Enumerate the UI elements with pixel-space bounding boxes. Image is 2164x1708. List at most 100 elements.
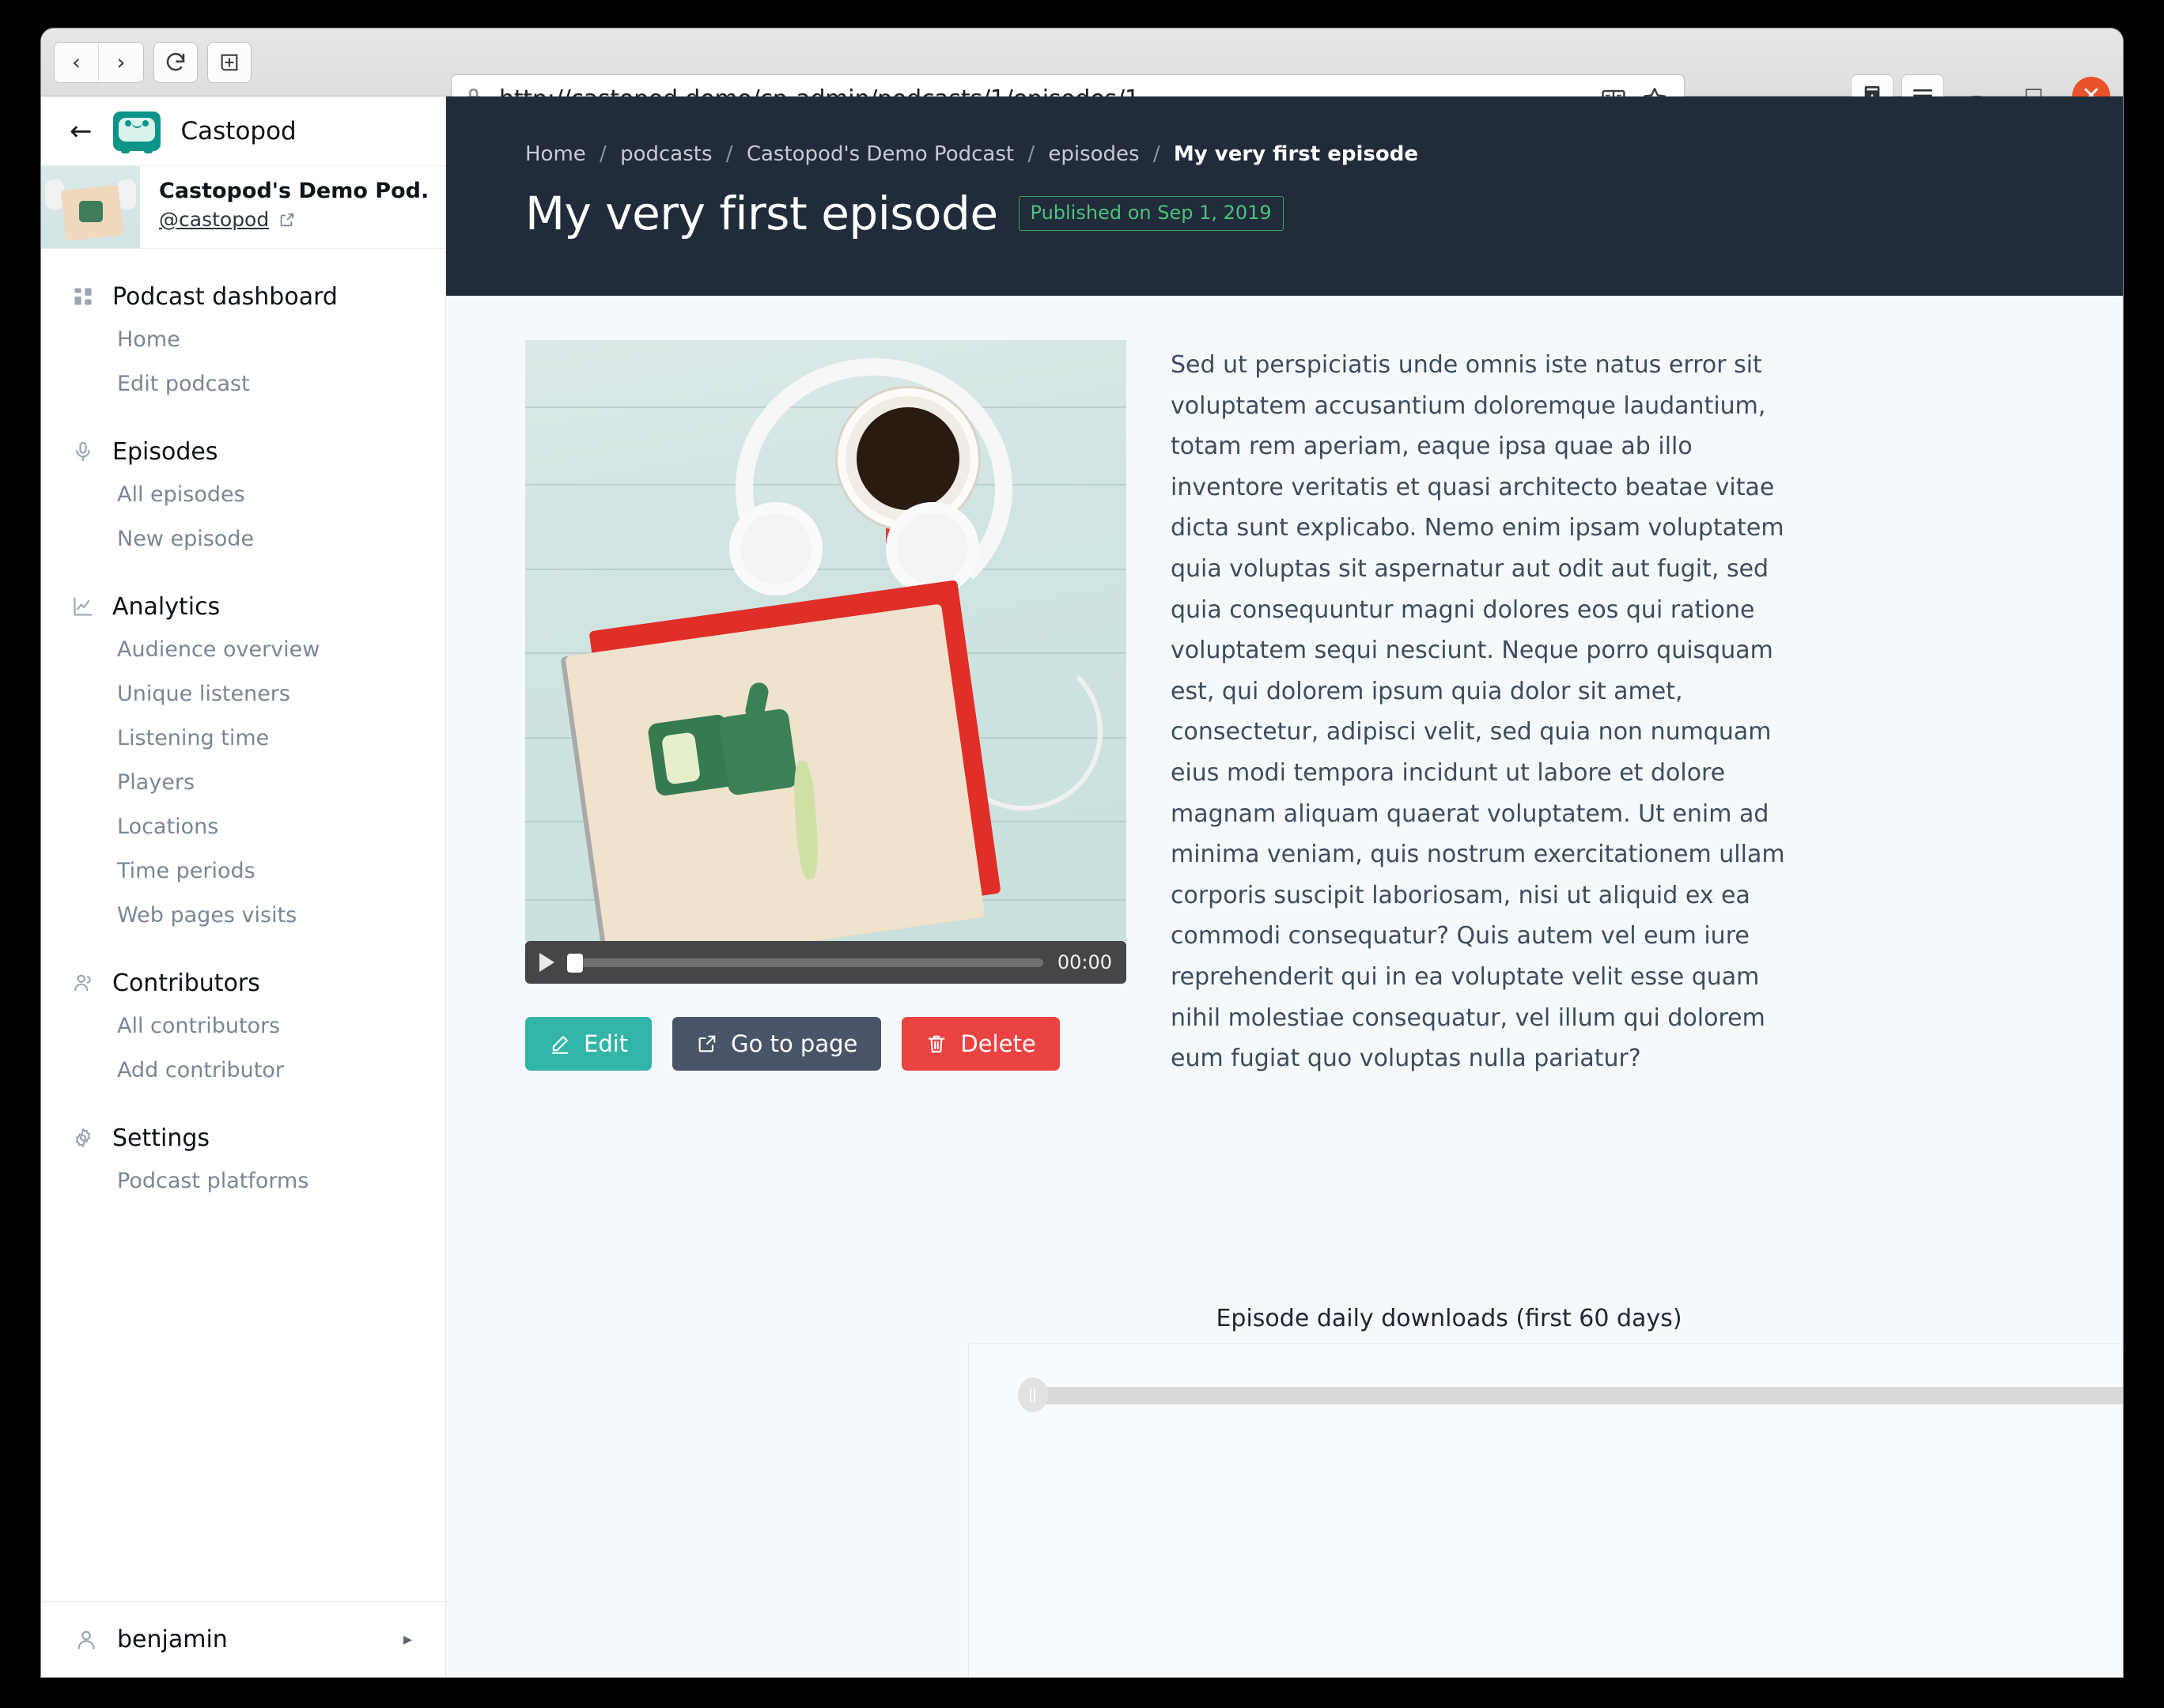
episode-downloads-chart: Episode daily downloads (first 60 days) bbox=[968, 1305, 2123, 1677]
title-row: My very first episode Published on Sep 1… bbox=[525, 187, 2123, 240]
edit-button[interactable]: Edit bbox=[525, 1017, 653, 1071]
sidebar-item-all-episodes[interactable]: All episodes bbox=[41, 472, 445, 516]
chevron-right-icon[interactable]: ▸ bbox=[403, 1630, 412, 1649]
browser-toolbar: ‹ › http://castopod.demo/cp-admin/podcas… bbox=[41, 28, 2123, 123]
chart-card bbox=[968, 1343, 2123, 1677]
sidebar-item-label: Episodes bbox=[112, 437, 218, 466]
reload-button[interactable] bbox=[153, 41, 198, 83]
breadcrumb: Home / podcasts / Castopod's Demo Podcas… bbox=[525, 142, 2123, 166]
podcast-info: Castopod's Demo Pod... @castopod bbox=[140, 166, 445, 248]
external-link-icon bbox=[280, 213, 294, 226]
breadcrumb-item-episodes[interactable]: episodes bbox=[1048, 142, 1139, 166]
main-content: Home / podcasts / Castopod's Demo Podcas… bbox=[446, 96, 2123, 1677]
brand-name: Castopod bbox=[180, 116, 297, 145]
sidebar-item-edit-podcast[interactable]: Edit podcast bbox=[41, 361, 445, 406]
castopod-logo-icon bbox=[112, 111, 161, 153]
sidebar-item-players[interactable]: Players bbox=[41, 760, 445, 804]
audio-seek-slider[interactable] bbox=[567, 953, 1043, 973]
chart-range-handle-left[interactable] bbox=[1017, 1377, 1048, 1412]
podcast-thumbnail bbox=[41, 166, 140, 248]
breadcrumb-separator: / bbox=[1152, 142, 1160, 166]
sidebar-item-podcast-dashboard[interactable]: Podcast dashboard bbox=[41, 276, 445, 317]
trash-icon bbox=[928, 1035, 945, 1052]
sidebar-item-contributors[interactable]: Contributors bbox=[41, 962, 445, 1003]
nav-section-episodes: Episodes All episodes New episode bbox=[41, 431, 445, 561]
sidebar-item-locations[interactable]: Locations bbox=[41, 804, 445, 848]
sidebar-item-web-pages-visits[interactable]: Web pages visits bbox=[41, 893, 445, 937]
nav-button-group: ‹ › bbox=[54, 41, 144, 83]
sidebar-item-label: Settings bbox=[112, 1124, 210, 1152]
page-viewport: ← Castopod Castopod's Demo Pod... @casto… bbox=[41, 96, 2123, 1677]
podcast-card[interactable]: Castopod's Demo Pod... @castopod bbox=[41, 166, 445, 249]
gear-icon bbox=[71, 1126, 95, 1150]
edit-button-label: Edit bbox=[584, 1030, 629, 1057]
sidebar-item-label: Contributors bbox=[112, 969, 260, 997]
chart-title: Episode daily downloads (first 60 days) bbox=[1216, 1305, 1682, 1332]
sidebar-item-home[interactable]: Home bbox=[41, 317, 445, 361]
nav-section-podcast-dashboard: Podcast dashboard Home Edit podcast bbox=[41, 276, 445, 406]
go-to-page-button[interactable]: Go to page bbox=[672, 1017, 882, 1071]
audio-seek-thumb[interactable] bbox=[567, 953, 583, 973]
sidebar-item-label: Analytics bbox=[112, 592, 221, 621]
sidebar-item-settings[interactable]: Settings bbox=[41, 1117, 445, 1158]
audio-time: 00:00 bbox=[1057, 951, 1112, 973]
podcast-handle-row[interactable]: @castopod bbox=[159, 208, 429, 231]
sidebar-item-time-periods[interactable]: Time periods bbox=[41, 848, 445, 893]
status-badge: Published on Sep 1, 2019 bbox=[1018, 196, 1284, 231]
main-body: 00:00 Edit Go to page Delete Sed ut pers… bbox=[446, 296, 2123, 1079]
sidebar-nav: Podcast dashboard Home Edit podcast Epis… bbox=[41, 249, 445, 1601]
sidebar-item-add-contributor[interactable]: Add contributor bbox=[41, 1048, 445, 1092]
episode-media-column: 00:00 Edit Go to page Delete bbox=[525, 340, 1126, 1079]
external-link-icon bbox=[698, 1035, 716, 1052]
back-button[interactable]: ‹ bbox=[55, 42, 99, 82]
delete-button-label: Delete bbox=[960, 1030, 1036, 1057]
reload-icon bbox=[166, 52, 185, 70]
page-title: My very first episode bbox=[525, 187, 998, 240]
breadcrumb-item-home[interactable]: Home bbox=[525, 142, 586, 166]
sidebar-item-label: Podcast dashboard bbox=[112, 282, 338, 311]
breadcrumb-current: My very first episode bbox=[1173, 142, 1418, 166]
page-header: Home / podcasts / Castopod's Demo Podcas… bbox=[446, 96, 2123, 296]
nav-section-analytics: Analytics Audience overview Unique liste… bbox=[41, 586, 445, 937]
dashboard-grid-icon bbox=[71, 285, 95, 308]
chart-range-track[interactable] bbox=[1036, 1387, 2123, 1404]
sidebar-item-episodes[interactable]: Episodes bbox=[41, 431, 445, 472]
sidebar-item-audience-overview[interactable]: Audience overview bbox=[41, 627, 445, 671]
line-chart-icon bbox=[71, 595, 95, 618]
sidebar-back-button[interactable]: ← bbox=[70, 118, 93, 145]
breadcrumb-item-podcast[interactable]: Castopod's Demo Podcast bbox=[747, 142, 1014, 166]
episode-description: Sed ut perspiciatis unde omnis iste natu… bbox=[1171, 351, 1785, 1073]
footer-username: benjamin bbox=[117, 1626, 228, 1653]
podcast-handle[interactable]: @castopod bbox=[159, 208, 269, 231]
sidebar-item-new-episode[interactable]: New episode bbox=[41, 516, 445, 561]
action-buttons: Edit Go to page Delete bbox=[525, 1017, 1126, 1071]
episode-description-column: Sed ut perspiciatis unde omnis iste natu… bbox=[1171, 340, 2044, 1079]
breadcrumb-item-podcasts[interactable]: podcasts bbox=[620, 142, 712, 166]
sidebar-item-unique-listeners[interactable]: Unique listeners bbox=[41, 671, 445, 716]
breadcrumb-separator: / bbox=[725, 142, 733, 166]
pencil-icon bbox=[551, 1036, 569, 1054]
forward-button[interactable]: › bbox=[99, 42, 143, 82]
users-icon bbox=[71, 971, 95, 995]
audio-player[interactable]: 00:00 bbox=[525, 941, 1126, 984]
episode-cover-art bbox=[525, 340, 1126, 941]
delete-button[interactable]: Delete bbox=[902, 1017, 1060, 1071]
sidebar-item-podcast-platforms[interactable]: Podcast platforms bbox=[41, 1158, 445, 1203]
new-tab-button[interactable] bbox=[207, 41, 252, 83]
sidebar-footer[interactable]: benjamin ▸ bbox=[41, 1601, 445, 1677]
nav-section-contributors: Contributors All contributors Add contri… bbox=[41, 962, 445, 1092]
sidebar: ← Castopod Castopod's Demo Pod... @casto… bbox=[41, 96, 446, 1677]
chart-range-slider[interactable] bbox=[1017, 1377, 2123, 1412]
nav-section-settings: Settings Podcast platforms bbox=[41, 1117, 445, 1203]
browser-window: ‹ › http://castopod.demo/cp-admin/podcas… bbox=[41, 28, 2123, 1677]
user-avatar-icon bbox=[74, 1628, 98, 1652]
go-to-page-button-label: Go to page bbox=[731, 1030, 858, 1057]
podcast-title: Castopod's Demo Pod... bbox=[159, 179, 429, 203]
breadcrumb-separator: / bbox=[600, 142, 607, 166]
sidebar-item-all-contributors[interactable]: All contributors bbox=[41, 1003, 445, 1048]
sidebar-header: ← Castopod bbox=[41, 96, 445, 166]
sidebar-item-listening-time[interactable]: Listening time bbox=[41, 716, 445, 760]
sidebar-item-analytics[interactable]: Analytics bbox=[41, 586, 445, 627]
breadcrumb-separator: / bbox=[1027, 142, 1035, 166]
play-icon[interactable] bbox=[539, 953, 554, 972]
